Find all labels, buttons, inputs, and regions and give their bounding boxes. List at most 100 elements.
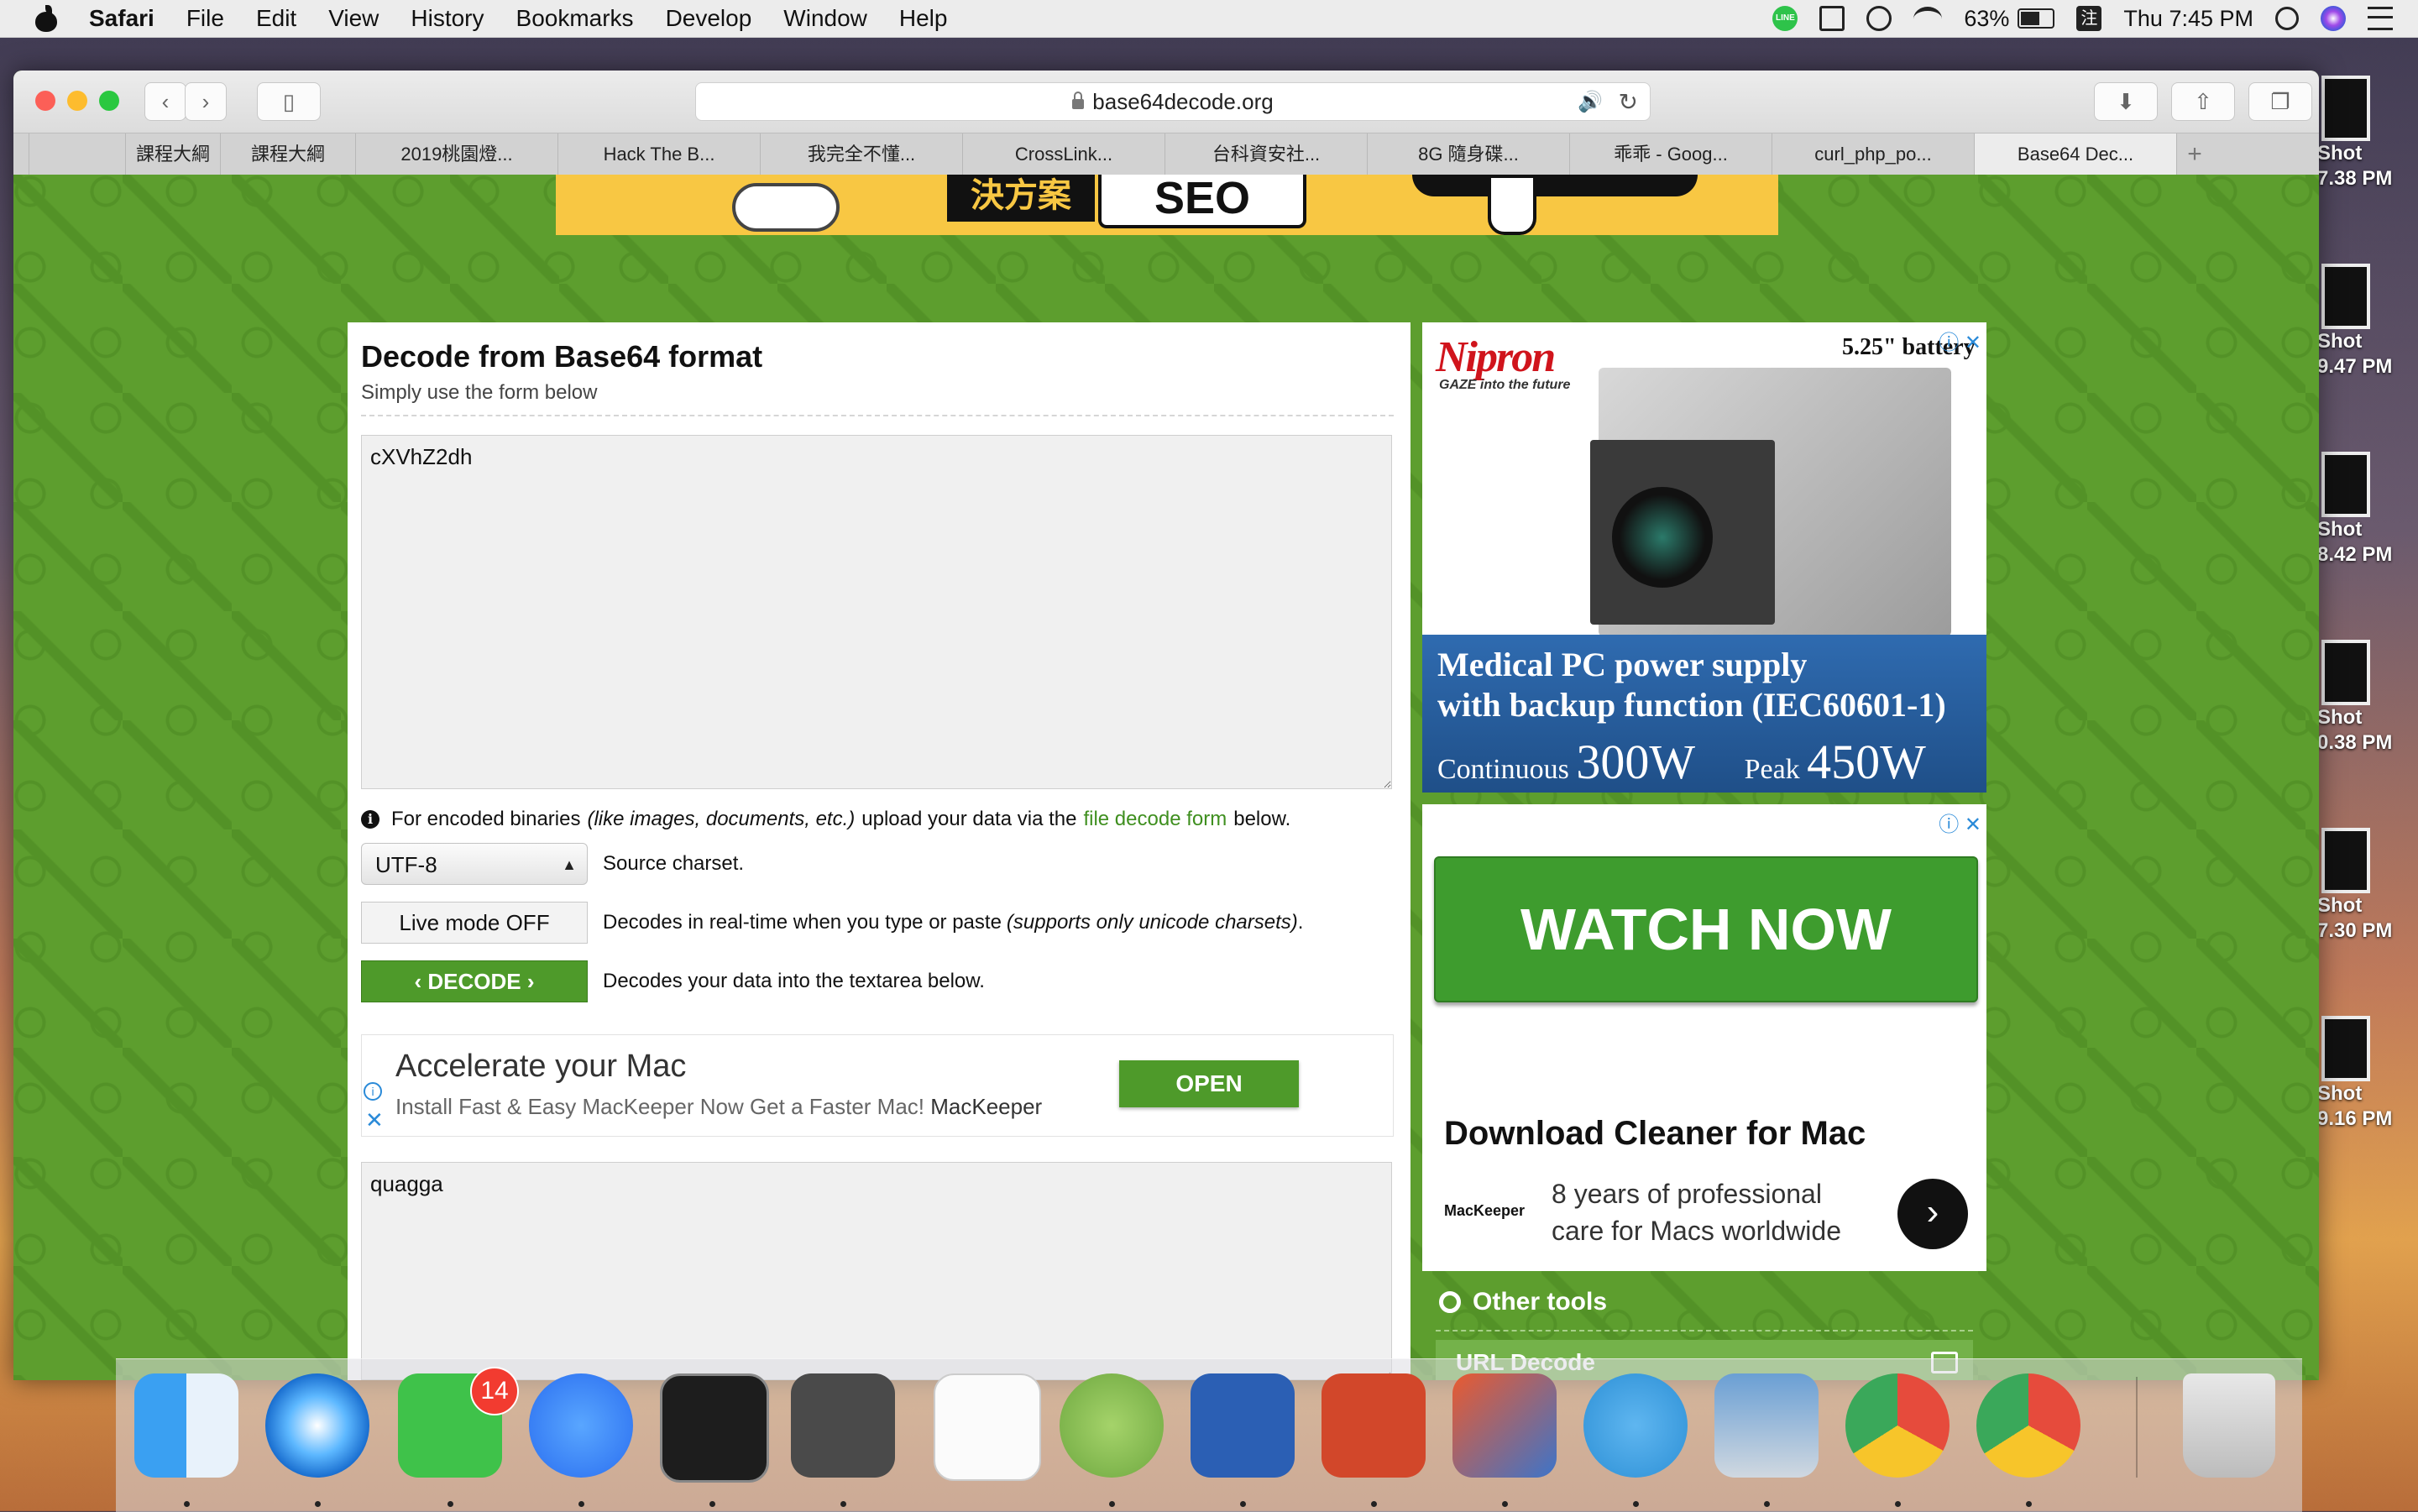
word-icon[interactable] [1191, 1373, 1295, 1478]
chevron-right-icon[interactable]: › [1897, 1179, 1968, 1249]
line-status-icon[interactable]: LINE [1772, 6, 1798, 31]
base64-input[interactable] [361, 435, 1392, 789]
ad-info-icon[interactable]: i [364, 1082, 382, 1101]
menu-develop[interactable]: Develop [666, 5, 752, 32]
lock-icon [1072, 92, 1085, 109]
tab[interactable]: CrossLink... [963, 133, 1165, 175]
inline-ad[interactable]: Accelerate your Mac Install Fast & Easy … [361, 1034, 1394, 1137]
tab-pinned[interactable] [29, 133, 126, 175]
file-decode-link[interactable]: file decode form [1083, 808, 1227, 831]
finder-icon[interactable] [134, 1373, 238, 1478]
tab[interactable]: 8G 隨身碟... [1368, 133, 1570, 175]
apple-icon[interactable] [34, 5, 59, 32]
wifi-icon[interactable] [1913, 6, 1943, 31]
maximize-window-button[interactable] [99, 91, 119, 111]
new-tab-button[interactable]: + [2177, 133, 2212, 175]
forward-button[interactable]: › [185, 82, 227, 121]
running-indicator [1633, 1501, 1639, 1507]
desktop-file[interactable]: Shot 0.38 PM [2317, 640, 2418, 756]
side-ad-mackeeper[interactable]: ⓘ ✕ WATCH NOW Download Cleaner for Mac M… [1422, 804, 1986, 1271]
tab[interactable]: 我完全不懂... [761, 133, 963, 175]
telegram-icon[interactable] [1583, 1373, 1688, 1478]
messenger-icon[interactable] [529, 1373, 633, 1478]
tab-active[interactable]: Base64 Dec... [1975, 133, 2177, 175]
ad-close-icon[interactable]: ⓘ ✕ [1939, 326, 1981, 355]
ad-line2: with backup function (IEC60601-1) [1437, 686, 1946, 724]
tab[interactable]: 課程大綱 [221, 133, 356, 175]
share-button[interactable]: ⇧ [2171, 82, 2235, 121]
ad-open-button[interactable]: OPEN [1119, 1060, 1299, 1107]
clock[interactable]: Thu 7:45 PM [2123, 6, 2253, 32]
screen-mirroring-icon[interactable] [1819, 6, 1845, 31]
textedit-icon[interactable] [934, 1373, 1041, 1481]
decoded-output[interactable] [361, 1162, 1392, 1380]
desktop-file[interactable]: Shot 8.42 PM [2317, 452, 2418, 568]
desktop-file[interactable]: Shot 9.16 PM [2317, 1016, 2418, 1132]
ad-text: Install Fast & Easy MacKeeper Now Get a … [395, 1094, 1043, 1119]
safari-icon[interactable] [265, 1373, 369, 1478]
speaker-icon[interactable]: 🔊 [1578, 90, 1603, 114]
ad-power-specs: Continuous 300W Peak 450W [1437, 735, 1926, 789]
battery-icon[interactable] [2018, 8, 2055, 29]
notification-center-icon[interactable] [2368, 7, 2393, 30]
android-studio-icon[interactable] [1060, 1373, 1164, 1478]
download-icon: ⬇ [2117, 88, 2135, 114]
live-mode-note: (supports only unicode charsets) [1006, 911, 1298, 934]
battery-percent[interactable]: 63% [1964, 6, 2009, 32]
side-ad-power-supply[interactable]: Nipron GAZE into the future 5.25" batter… [1422, 322, 1986, 793]
top-banner-ad[interactable]: 決方案 SEO [556, 175, 1778, 235]
back-button[interactable]: ‹ [144, 82, 186, 121]
siri-icon[interactable] [2321, 6, 2346, 31]
spotlight-icon[interactable] [2275, 7, 2299, 30]
decode-button[interactable]: ‹ DECODE › [361, 960, 588, 1002]
preview-icon[interactable] [1714, 1373, 1819, 1478]
status-area: LINE 63% 注 Thu 7:45 PM [1751, 0, 2393, 37]
close-window-button[interactable] [35, 91, 55, 111]
creative-cloud-icon[interactable] [1866, 6, 1892, 31]
safari-window: ‹ › ▯ base64decode.org 🔊 ↻ ⬇ ⇧ ❐ 課程大綱 課程… [13, 71, 2319, 1380]
charset-select[interactable]: UTF-8 ▲ [361, 843, 588, 885]
info-text-mid: upload your data via the [861, 808, 1077, 830]
powerpoint-icon[interactable] [1322, 1373, 1426, 1478]
desktop-file[interactable]: Shot 7.30 PM [2317, 828, 2418, 944]
input-method-icon[interactable]: 注 [2076, 6, 2102, 31]
tab[interactable]: Hack The B... [558, 133, 761, 175]
fan-image [1612, 487, 1713, 588]
file-thumbnail [2321, 76, 2370, 141]
menu-view[interactable]: View [328, 5, 379, 32]
sidebar-button[interactable]: ▯ [257, 82, 321, 121]
file-thumbnail [2321, 640, 2370, 705]
tab[interactable]: 台科資安社... [1165, 133, 1368, 175]
terminal-icon[interactable] [660, 1373, 769, 1483]
tab[interactable]: 2019桃園燈... [356, 133, 558, 175]
menu-edit[interactable]: Edit [256, 5, 296, 32]
sublime-text-icon[interactable] [791, 1373, 895, 1478]
parallels-icon[interactable] [1452, 1373, 1557, 1478]
chrome-icon[interactable] [1845, 1373, 1950, 1478]
tabs-overview-button[interactable]: ❐ [2248, 82, 2312, 121]
desktop-file[interactable]: Shot 9.47 PM [2317, 264, 2418, 379]
live-mode-period: . [1297, 911, 1304, 934]
menu-window[interactable]: Window [783, 5, 867, 32]
reload-icon[interactable]: ↻ [1619, 88, 1638, 116]
tab[interactable]: 乖乖 - Goog... [1570, 133, 1772, 175]
chrome-icon[interactable] [1976, 1373, 2080, 1478]
menu-file[interactable]: File [186, 5, 224, 32]
downloads-button[interactable]: ⬇ [2094, 82, 2158, 121]
menu-history[interactable]: History [411, 5, 484, 32]
tab[interactable]: curl_php_po... [1772, 133, 1975, 175]
trash-icon[interactable] [2183, 1373, 2275, 1478]
ad-close-icon[interactable]: ✕ [365, 1107, 384, 1133]
tab-pinned[interactable] [13, 133, 29, 175]
ad-close-icon[interactable]: ⓘ ✕ [1939, 808, 1981, 837]
banner-dark-text: 決方案 [947, 175, 1095, 222]
minimize-window-button[interactable] [67, 91, 87, 111]
menu-help[interactable]: Help [899, 5, 948, 32]
tab[interactable]: 課程大綱 [126, 133, 221, 175]
desktop-file[interactable]: Shot 7.38 PM [2317, 76, 2418, 191]
menu-bookmarks[interactable]: Bookmarks [516, 5, 634, 32]
watch-now-button[interactable]: WATCH NOW [1434, 856, 1978, 1002]
address-bar[interactable]: base64decode.org 🔊 ↻ [695, 82, 1651, 121]
live-mode-toggle[interactable]: Live mode OFF [361, 902, 588, 944]
menu-app-name[interactable]: Safari [89, 5, 154, 32]
